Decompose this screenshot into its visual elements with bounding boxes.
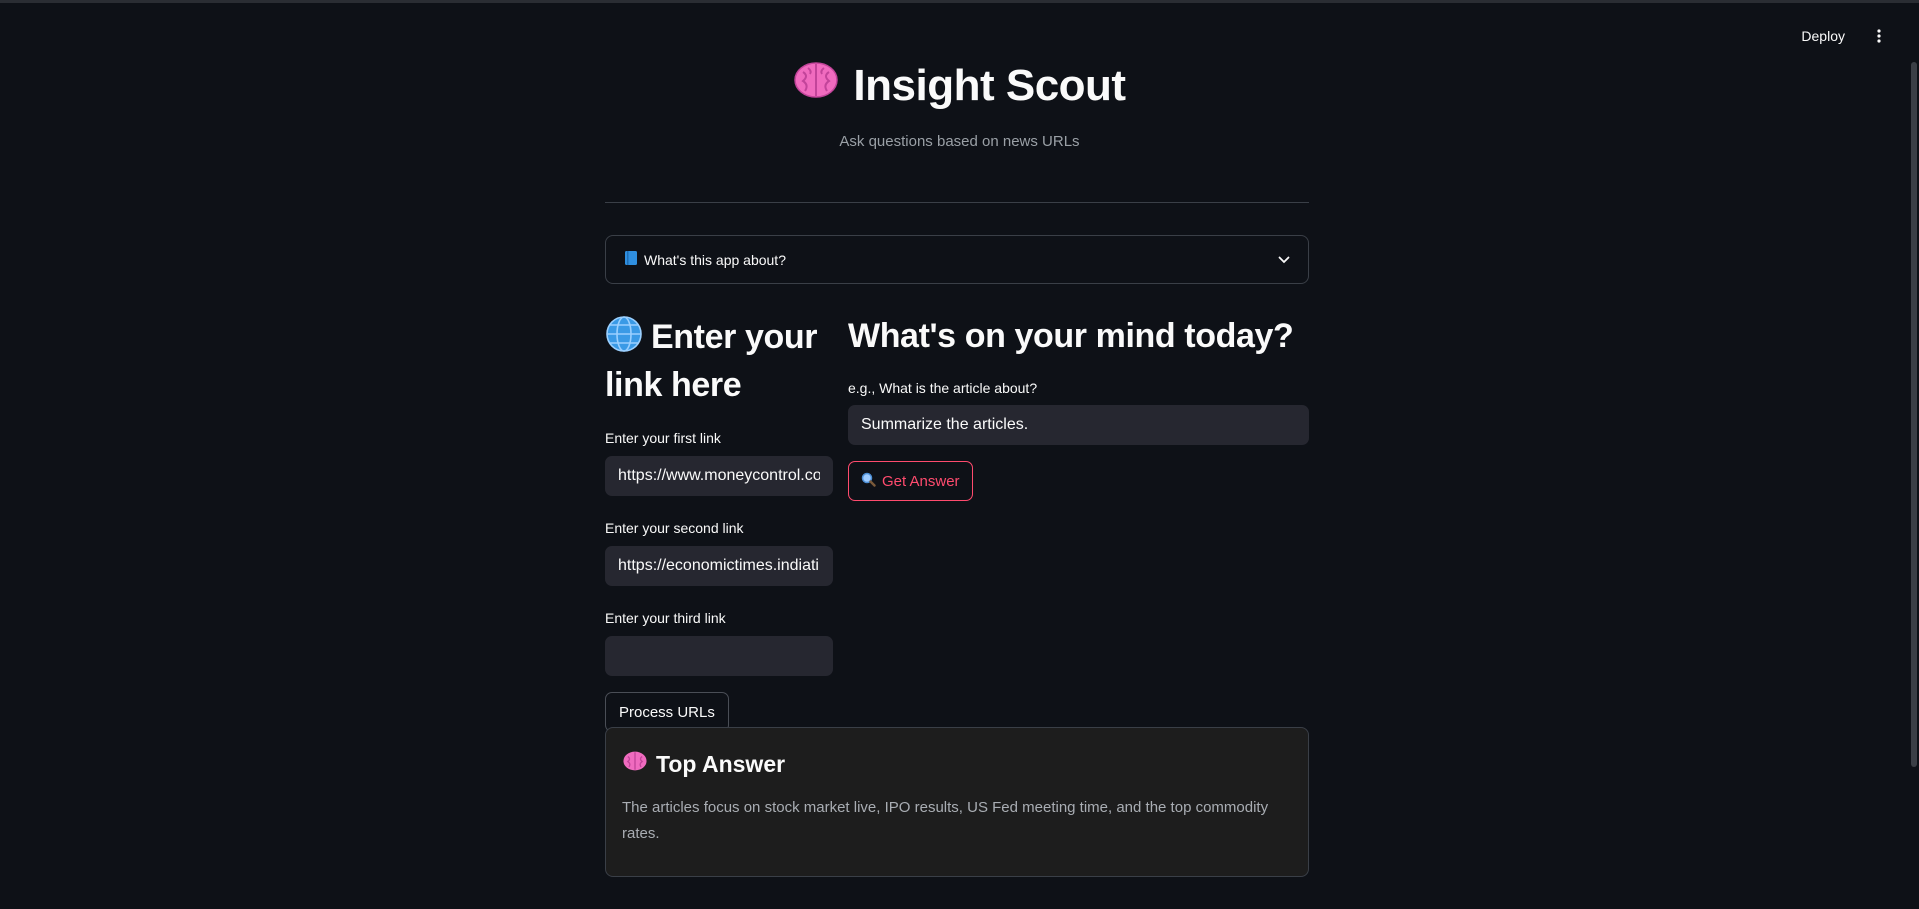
question-column: What's on your mind today? e.g., What is… xyxy=(848,315,1309,501)
top-answer-title-text: Top Answer xyxy=(656,750,786,777)
scrollbar[interactable] xyxy=(1911,62,1917,767)
globe-icon xyxy=(605,315,643,364)
expander-header: What's this app about? xyxy=(624,250,786,269)
get-answer-label: Get Answer xyxy=(882,472,960,490)
third-link-field: Enter your third link xyxy=(605,610,833,676)
question-label: e.g., What is the article about? xyxy=(848,380,1038,396)
first-link-label: Enter your first link xyxy=(605,430,721,446)
window-top-strip xyxy=(0,0,1919,3)
top-answer-card: Top Answer The articles focus on stock m… xyxy=(605,727,1309,877)
links-heading: Enter your link here xyxy=(605,315,833,407)
page-title: Insight Scout xyxy=(793,60,1126,111)
second-link-label: Enter your second link xyxy=(605,520,744,536)
get-answer-button[interactable]: Get Answer xyxy=(848,461,973,501)
expander-label: What's this app about? xyxy=(644,251,786,268)
question-input[interactable] xyxy=(848,405,1309,445)
third-link-label: Enter your third link xyxy=(605,610,726,626)
chevron-down-icon xyxy=(1278,251,1290,269)
top-answer-text: The articles focus on stock market live,… xyxy=(622,799,1269,842)
brain-icon xyxy=(622,750,648,778)
brain-icon xyxy=(793,60,839,111)
book-icon xyxy=(624,250,638,269)
links-column: Enter your link here Enter your first li… xyxy=(605,315,833,732)
first-link-field: Enter your first link xyxy=(605,430,833,496)
about-expander[interactable]: What's this app about? xyxy=(605,235,1309,284)
app-title-text: Insight Scout xyxy=(853,60,1126,110)
process-urls-button[interactable]: Process URLs xyxy=(605,692,729,732)
top-answer-title: Top Answer xyxy=(622,750,1292,778)
kebab-menu-icon[interactable] xyxy=(1871,28,1887,44)
first-link-input[interactable] xyxy=(605,456,833,496)
second-link-field: Enter your second link xyxy=(605,520,833,586)
second-link-input[interactable] xyxy=(605,546,833,586)
divider xyxy=(605,202,1309,203)
magnifier-icon xyxy=(861,472,876,491)
app-toolbar: Deploy xyxy=(1801,28,1887,44)
page-header: Insight Scout xyxy=(0,60,1919,111)
question-heading: What's on your mind today? xyxy=(848,317,1294,355)
page-subtitle: Ask questions based on news URLs xyxy=(839,133,1080,150)
deploy-button[interactable]: Deploy xyxy=(1801,28,1845,44)
third-link-input[interactable] xyxy=(605,636,833,676)
